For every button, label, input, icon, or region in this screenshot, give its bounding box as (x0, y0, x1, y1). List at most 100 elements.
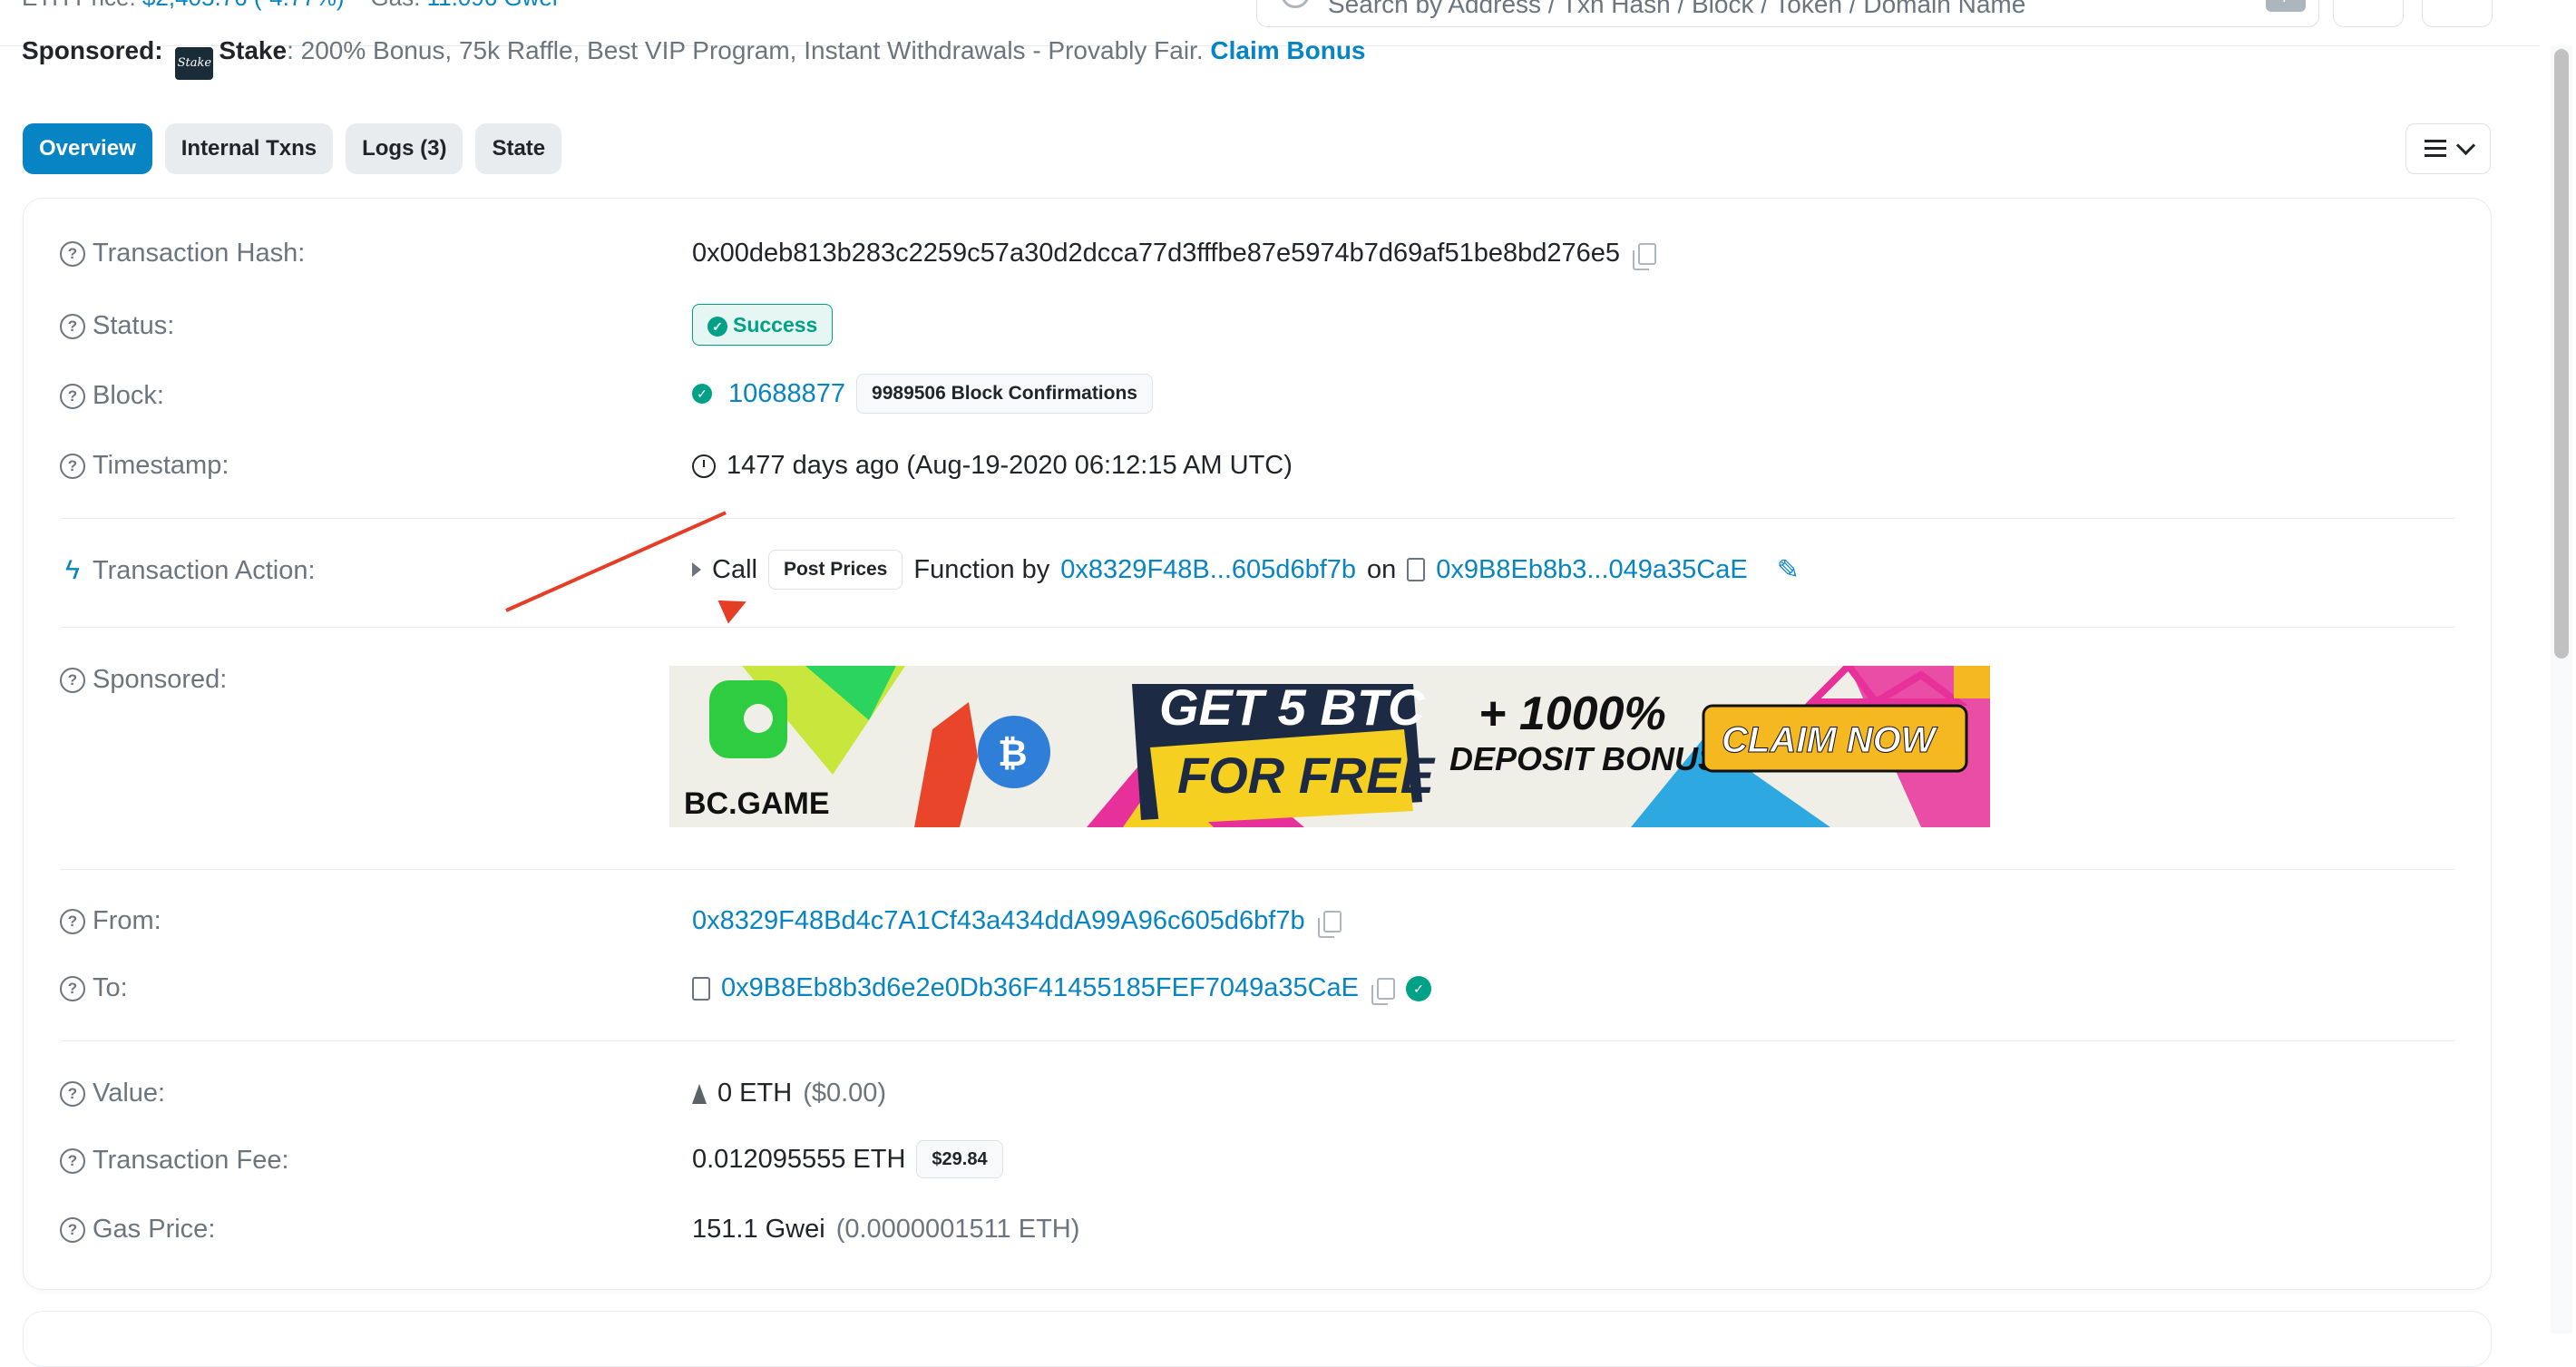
copy-icon[interactable] (1317, 910, 1342, 938)
ad-bonus-1: + 1000% (1478, 688, 1666, 740)
banner-graphic: BC.GAME ₿ GET 5 BTC FOR FREE + 1000% DEP… (669, 666, 1990, 827)
confirmations-badge: 9989506 Block Confirmations (856, 374, 1153, 414)
question-circle-icon[interactable]: ? (60, 908, 85, 934)
ethereum-icon (2450, 0, 2463, 3)
copy-icon[interactable] (1633, 242, 1657, 270)
sponsored-text-ad: Sponsored: Stake Stake: 200% Bonus, 75k R… (22, 36, 1366, 80)
fee-value-wrap: 0.012095555 ETH $29.84 (692, 1140, 1003, 1178)
gas-price-label: Gas Price: (93, 1215, 216, 1244)
block-label: Block: (93, 381, 164, 410)
scrollbar-thumb[interactable] (2554, 49, 2569, 659)
tab-logs[interactable]: Logs (3) (346, 123, 463, 174)
question-circle-icon[interactable]: ? (60, 1080, 85, 1107)
fee-label-wrap: ? Transaction Fee: (60, 1146, 289, 1176)
claim-bonus-link[interactable]: Claim Bonus (1210, 36, 1365, 64)
contract-file-icon (1407, 558, 1426, 581)
to-address-link[interactable]: 0x9B8Eb8b3d6e2e0Db36F41455185FEF7049a35C… (721, 973, 1359, 1003)
from-address-link[interactable]: 0x8329F48Bd4c7A1Cf43a434ddA99A96c605d6bf… (692, 906, 1305, 936)
value-label-wrap: ? Value: (60, 1079, 165, 1108)
question-circle-icon[interactable]: ? (60, 1216, 85, 1243)
block-label-wrap: ? Block: (60, 381, 164, 411)
ad-cta: CLAIM NOW (1722, 720, 1938, 760)
verified-check-icon: ✓ (1406, 975, 1432, 1001)
question-circle-icon[interactable]: ? (60, 313, 85, 339)
action-from-link[interactable]: 0x8329F48B...605d6bf7b (1060, 555, 1356, 585)
status-text: Success (733, 313, 818, 337)
timestamp-value: 1477 days ago (Aug-19-2020 06:12:15 AM U… (727, 451, 1293, 480)
question-circle-icon[interactable]: ? (60, 383, 85, 409)
eth-network-button[interactable] (2422, 0, 2493, 27)
question-circle-icon[interactable]: ? (60, 975, 85, 1001)
search-icon (1281, 0, 1310, 8)
clock-icon (692, 454, 716, 478)
caret-right-icon[interactable] (692, 562, 701, 577)
divider (60, 627, 2454, 628)
more-details-card (23, 1311, 2492, 1367)
timestamp-value-wrap: 1477 days ago (Aug-19-2020 06:12:15 AM U… (692, 451, 1293, 481)
tab-state[interactable]: State (475, 123, 562, 174)
fee-label: Transaction Fee: (93, 1146, 289, 1175)
search-input[interactable]: Search by Address / Txn Hash / Block / T… (1256, 0, 2319, 27)
status-badge: ✓ Success (692, 304, 834, 346)
sun-icon (2361, 0, 2374, 3)
to-label: To: (93, 973, 128, 1002)
gas-price-link[interactable]: 11.096 Gwei (427, 0, 558, 11)
page-scrollbar[interactable] (2551, 45, 2572, 1333)
tab-overview[interactable]: Overview (23, 123, 152, 174)
sponsor-brand[interactable]: Stake (219, 36, 287, 64)
check-circle-icon: ✓ (707, 316, 727, 337)
timestamp-label-wrap: ? Timestamp: (60, 451, 229, 481)
function-badge: Post Prices (767, 550, 903, 590)
tx-hash-value: 0x00deb813b283c2259c57a30d2dcca77d3fffbe… (692, 239, 1621, 268)
eth-price-link[interactable]: $2,405.76 (-4.77%) (142, 0, 345, 11)
bcgame-banner-ad[interactable]: BC.GAME ₿ GET 5 BTC FOR FREE + 1000% DEP… (669, 666, 1990, 827)
status-label: Status: (93, 311, 175, 340)
svg-text:₿: ₿ (998, 734, 1028, 774)
divider (60, 869, 2454, 870)
gas-price-label-wrap: ? Gas Price: (60, 1215, 215, 1245)
value-amount: 0 ETH (717, 1079, 793, 1108)
contract-file-icon (692, 976, 710, 1001)
sponsored-row-label: Sponsored: (93, 665, 228, 694)
action-contract-link[interactable]: 0x9B8Eb8b3...049a35CaE (1436, 555, 1747, 585)
value-value-wrap: 0 ETH ($0.00) (692, 1079, 886, 1108)
action-value-wrap: Call Post Prices Function by 0x8329F48B.… (692, 550, 1800, 590)
tx-hash-label: Transaction Hash: (93, 239, 306, 268)
ethereum-icon (692, 1083, 707, 1104)
from-value-wrap: 0x8329F48Bd4c7A1Cf43a434ddA99A96c605d6bf… (692, 906, 1342, 938)
question-circle-icon[interactable]: ? (60, 1147, 85, 1174)
pencil-icon[interactable]: ✎ (1777, 554, 1800, 586)
list-icon (2425, 140, 2450, 158)
copy-icon[interactable] (1371, 977, 1396, 1005)
tab-bar: Overview Internal Txns Logs (3) State (23, 123, 562, 174)
ad-brand: BC.GAME (684, 786, 830, 821)
question-circle-icon[interactable]: ? (60, 667, 85, 693)
action-label-wrap: ϟ Transaction Action: (60, 555, 316, 586)
question-circle-icon[interactable]: ? (60, 240, 85, 267)
gas-price-eth: (0.0000001511 ETH) (835, 1215, 1080, 1244)
fee-amount: 0.012095555 ETH (692, 1144, 906, 1174)
gas-price-gwei: 151.1 Gwei (692, 1215, 825, 1244)
from-label: From: (93, 906, 161, 935)
block-number-link[interactable]: 10688877 (728, 379, 845, 409)
divider (60, 518, 2454, 519)
action-on: on (1367, 554, 1397, 584)
to-value-wrap: 0x9B8Eb8b3d6e2e0Db36F41455185FEF7049a35C… (692, 973, 1437, 1005)
ad-bonus-2: DEPOSIT BONUS (1449, 740, 1720, 777)
theme-toggle-button[interactable] (2333, 0, 2404, 27)
action-function-by: Function by (913, 554, 1050, 584)
sponsored-label: Sponsored: (22, 36, 163, 64)
sponsored-row-label-wrap: ? Sponsored: (60, 665, 227, 695)
view-options-button[interactable] (2405, 123, 2491, 174)
ad-headline-1: GET 5 BTC (1159, 679, 1426, 736)
search-shortcut-key: / (2266, 0, 2306, 12)
block-value-wrap: ✓ 10688877 9989506 Block Confirmations (692, 374, 1153, 414)
eth-price-bar: ETH Price: $2,405.76 (-4.77%) Gas: 11.09… (22, 0, 558, 12)
gas-label: Gas: (370, 0, 420, 11)
from-label-wrap: ? From: (60, 906, 161, 936)
fee-usd-badge: $29.84 (916, 1140, 1003, 1178)
stake-logo: Stake (175, 47, 214, 80)
lightning-icon: ϟ (65, 555, 80, 585)
question-circle-icon[interactable]: ? (60, 453, 85, 479)
tab-internal-txns[interactable]: Internal Txns (164, 123, 334, 174)
